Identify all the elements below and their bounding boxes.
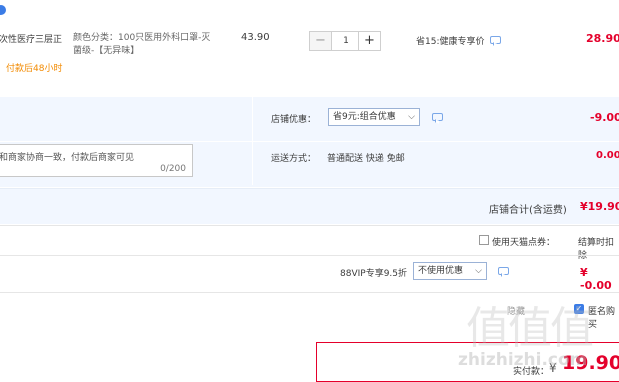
use-points-label: 使用天猫点券： <box>492 238 556 248</box>
store-total-amount: ¥19.90 <box>580 200 619 213</box>
chevron-down-icon: ⌵ <box>408 112 415 122</box>
site-url-watermark: zhizhizhi.com <box>458 350 588 370</box>
store-discount-label: 店铺优惠： <box>271 115 317 125</box>
vip-discount-select[interactable]: 不使用优惠 ⌵ <box>413 262 487 280</box>
item-radio-dot[interactable] <box>0 5 6 15</box>
promo-label: 省15:健康专享价 <box>416 37 485 47</box>
order-item-row: 次性医疗三层正 付款后48小时 颜色分类：100只医用外科口罩-灭菌级-【无异味… <box>0 22 619 82</box>
store-discount-value: 省9元:组合优惠 <box>333 112 396 122</box>
quantity-stepper[interactable]: − 1 + <box>309 31 381 51</box>
chevron-down-icon: ⌵ <box>475 266 482 276</box>
seller-message-placeholder: 和商家协商一致，付款后商家可见 <box>0 153 135 163</box>
ship-time-note: 付款后48小时 <box>6 64 63 74</box>
decrease-quantity-button[interactable]: − <box>310 32 332 50</box>
item-name[interactable]: 次性医疗三层正 <box>0 32 62 45</box>
item-subtotal: 28.90 <box>586 32 619 45</box>
seller-message-counter: 0/200 <box>160 164 186 174</box>
shipping-method: 普通配送 快递 免邮 <box>327 154 405 164</box>
store-discount-select[interactable]: 省9元:组合优惠 ⌵ <box>328 108 420 126</box>
increase-quantity-button[interactable]: + <box>358 32 380 50</box>
store-total-label: 店铺合计(含运费) <box>489 205 567 216</box>
chat-icon[interactable] <box>490 36 501 44</box>
item-sku: 颜色分类：100只医用外科口罩-灭菌级-【无异味】 <box>73 33 211 56</box>
vip-discount-label: 88VIP专享9.5折 <box>340 269 408 279</box>
points-deduct-note: 结算时扣除 <box>578 238 615 261</box>
site-logo-watermark: 值值值 <box>466 303 594 354</box>
anonymous-label: 匿名购买 <box>588 307 616 330</box>
unit-price: 43.90 <box>241 32 270 43</box>
store-total-row: 店铺合计(含运费) ¥19.90 <box>0 188 619 224</box>
vip-discount-value: 不使用优惠 <box>418 266 464 276</box>
shipping-amount: 0.00 <box>596 150 619 161</box>
quantity-value[interactable]: 1 <box>333 32 359 50</box>
chat-icon[interactable] <box>498 267 509 275</box>
vip-discount-amount: ¥ -0.00 <box>580 266 612 292</box>
use-points-checkbox[interactable] <box>479 235 489 245</box>
shipping-label: 运送方式： <box>271 154 317 164</box>
store-options-area: 店铺优惠： 省9元:组合优惠 ⌵ -9.00 和商家协商一致，付款后商家可见 0… <box>0 97 619 187</box>
chat-icon[interactable] <box>432 113 443 121</box>
store-discount-amount: -9.00 <box>590 111 619 124</box>
seller-message-box[interactable]: 和商家协商一致，付款后商家可见 0/200 <box>0 144 193 177</box>
